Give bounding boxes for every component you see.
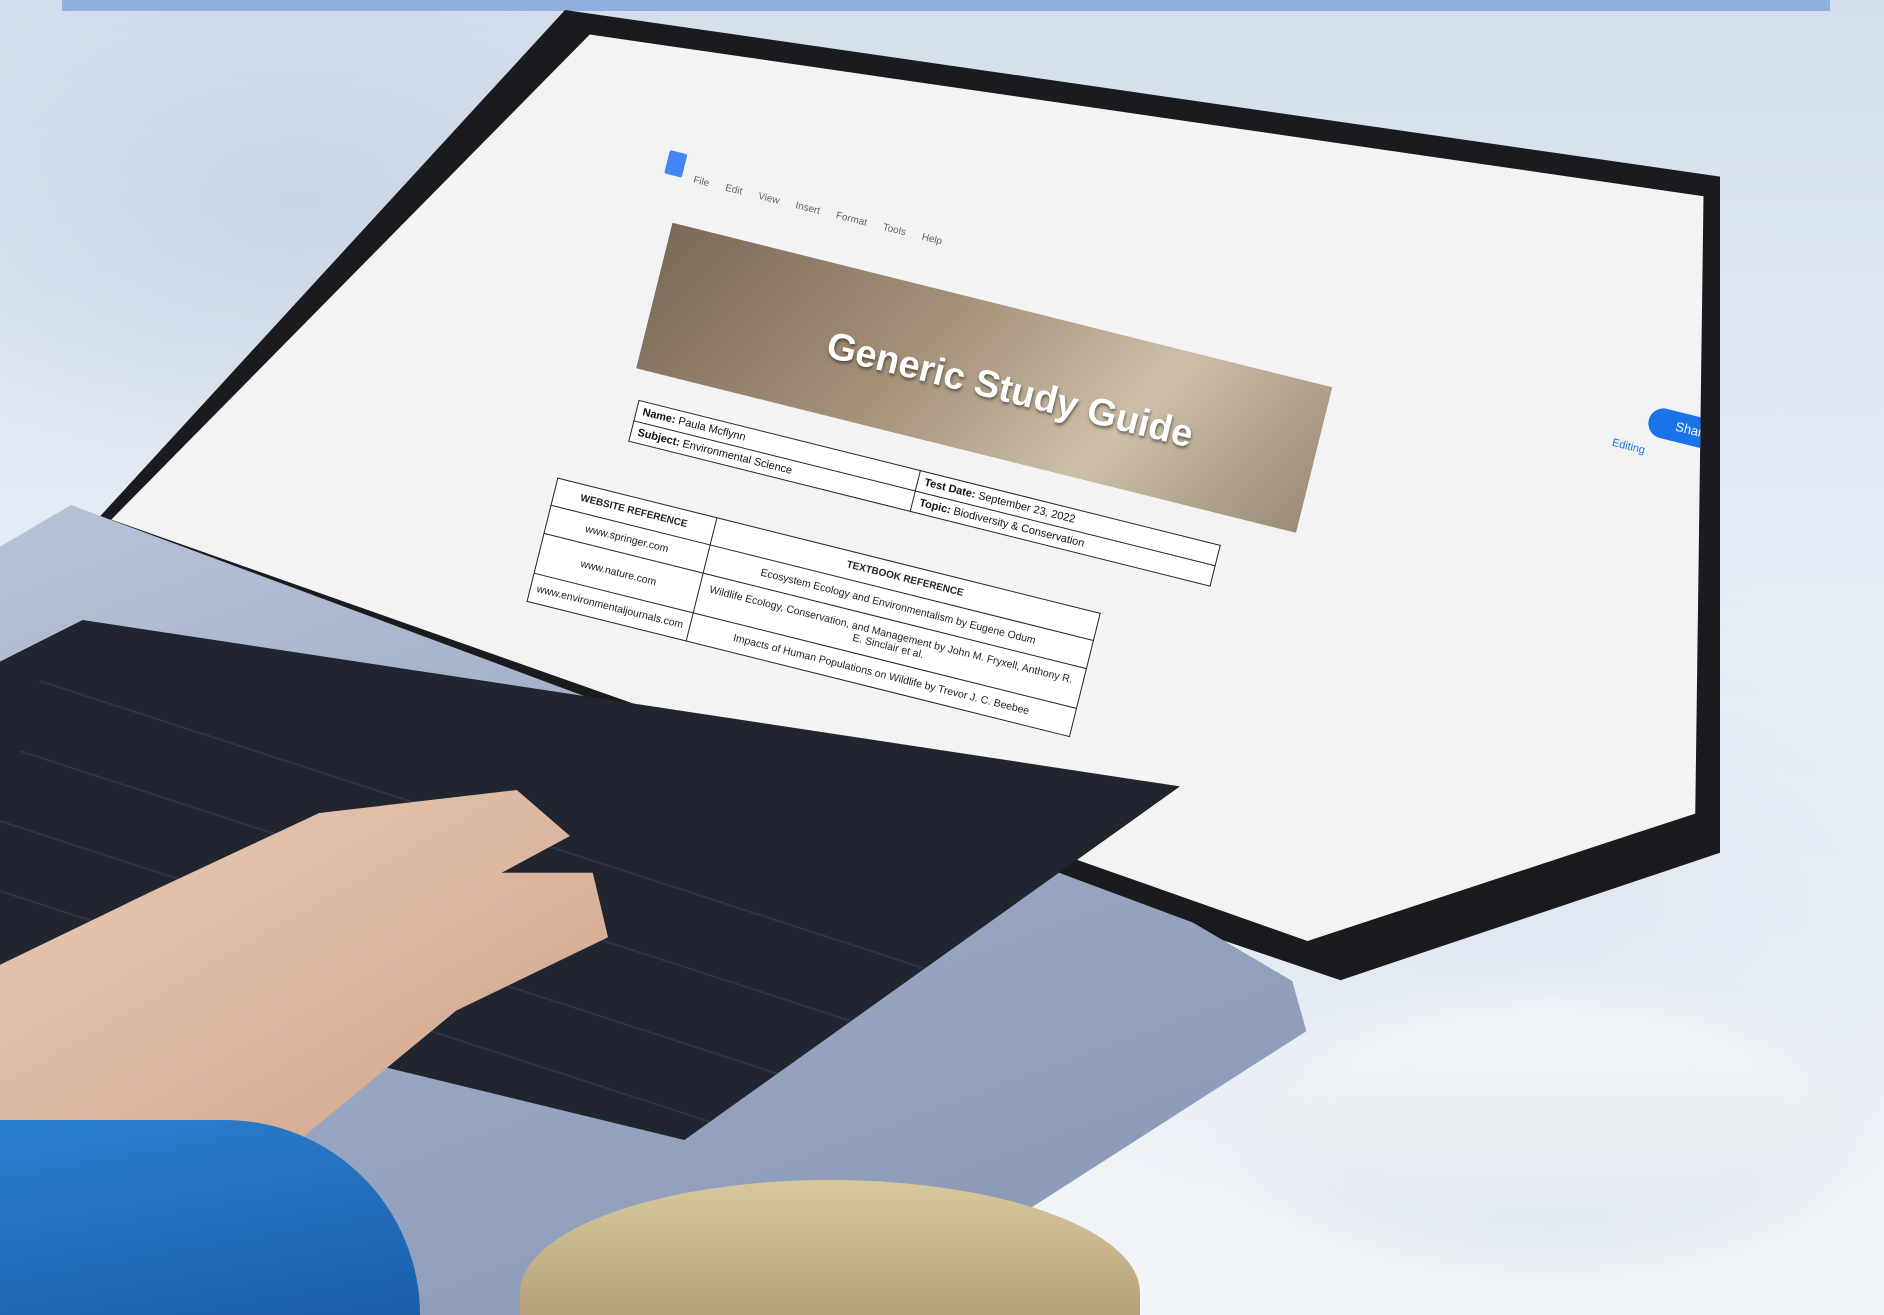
menu-edit[interactable]: Edit [724, 183, 743, 198]
menu-file[interactable]: File [692, 175, 710, 190]
menu-insert[interactable]: Insert [794, 200, 821, 217]
photo-scene: File Edit View Insert Format Tools Help … [0, 0, 1884, 1315]
subject-label: Subject: [636, 426, 682, 449]
docs-logo-icon[interactable] [664, 150, 688, 178]
menu-help[interactable]: Help [921, 232, 944, 248]
editing-mode-chip[interactable]: Editing [1611, 437, 1647, 457]
menu-format[interactable]: Format [835, 210, 868, 228]
topic-label: Topic: [917, 497, 953, 517]
menu-tools[interactable]: Tools [882, 222, 907, 238]
top-accent-bar [62, 0, 1830, 11]
menu-view[interactable]: View [757, 191, 781, 207]
snow-patch [1250, 1000, 1850, 1260]
page-title: Generic Study Guide [822, 324, 1198, 457]
